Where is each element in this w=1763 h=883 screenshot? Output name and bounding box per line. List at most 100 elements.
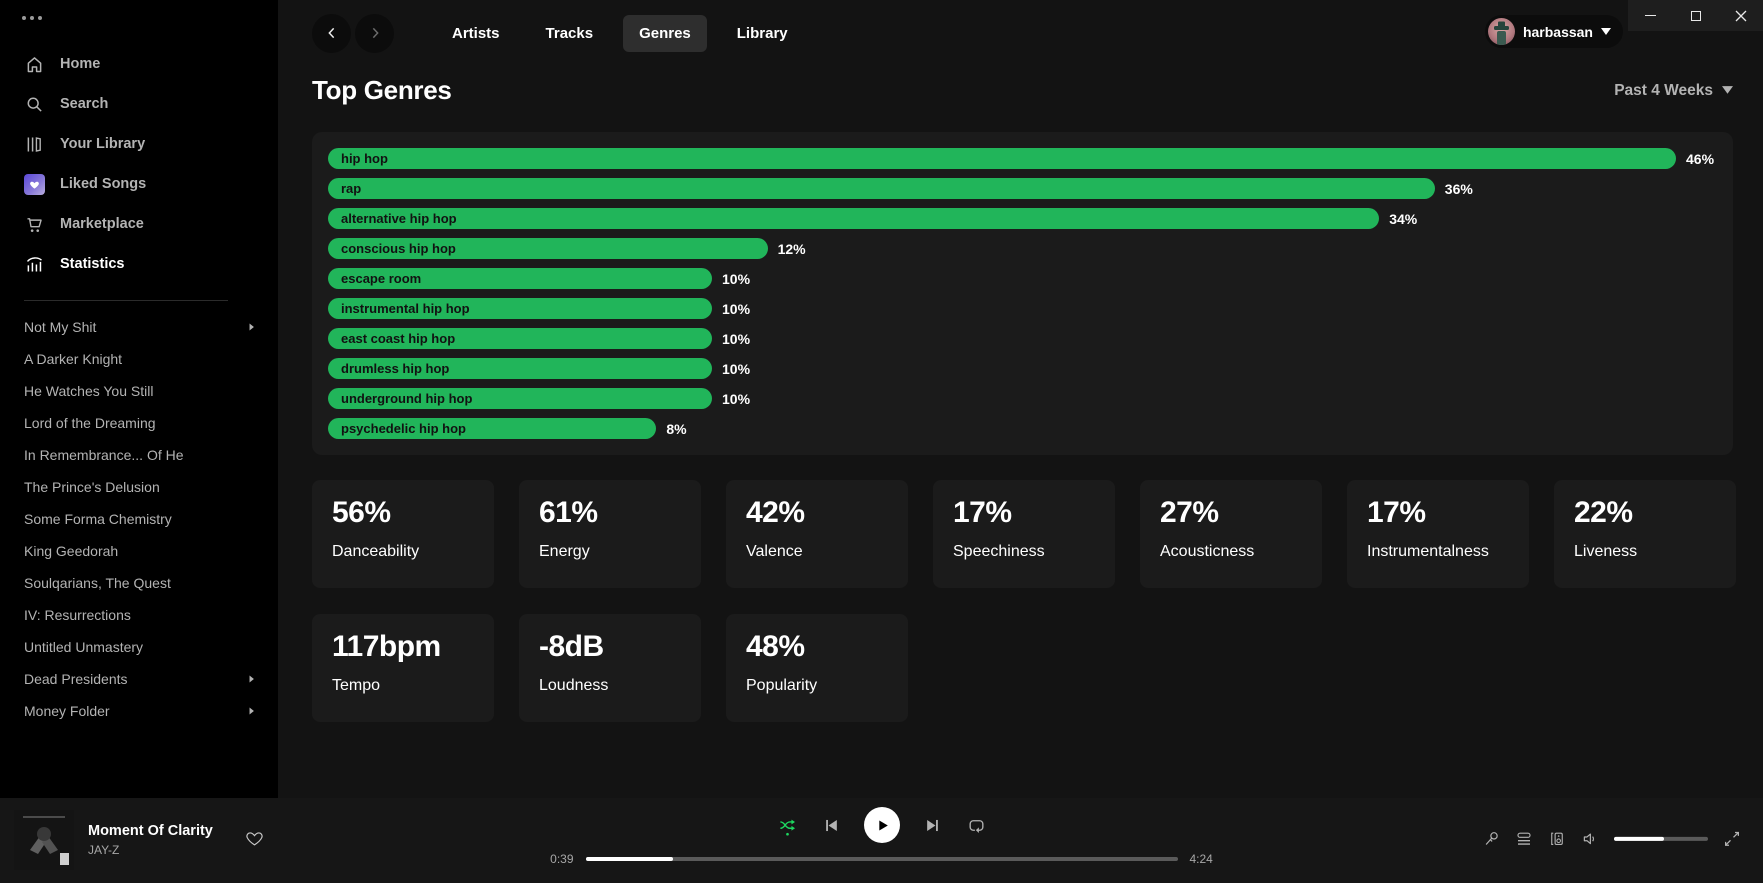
stats-icon bbox=[24, 254, 45, 275]
stat-card: 17% Speechiness bbox=[933, 480, 1115, 588]
sidebar-item-liked-songs[interactable]: Liked Songs bbox=[0, 164, 278, 204]
sidebar-playlists: Not My Shit A Darker Knight He Watches Y… bbox=[0, 311, 278, 727]
player-bar: Moment Of Clarity JAY-Z bbox=[0, 798, 1763, 883]
genre-bar: escape room bbox=[328, 268, 712, 289]
tab-library[interactable]: Library bbox=[721, 15, 804, 52]
main-content: Artists Tracks Genres Library harbassan … bbox=[278, 0, 1763, 798]
genre-bar-row: instrumental hip hop 10% bbox=[328, 298, 1717, 319]
parental-advisory-label bbox=[60, 853, 69, 865]
sidebar-playlist-item[interactable]: Untitled Unmastery bbox=[0, 631, 278, 663]
time-range-dropdown[interactable]: Past 4 Weeks bbox=[1614, 82, 1733, 100]
genre-bar-label: escape room bbox=[341, 271, 421, 286]
sidebar-playlist-item[interactable]: Money Folder bbox=[0, 695, 278, 727]
genre-bar-row: underground hip hop 10% bbox=[328, 388, 1717, 409]
stat-card-value: 48% bbox=[746, 630, 888, 664]
genre-bar-label: conscious hip hop bbox=[341, 241, 456, 256]
repeat-icon bbox=[967, 815, 986, 836]
play-button[interactable] bbox=[864, 807, 900, 843]
fullscreen-button[interactable] bbox=[1723, 829, 1741, 847]
playlist-label: A Darker Knight bbox=[24, 351, 122, 367]
playlist-label: Lord of the Dreaming bbox=[24, 415, 156, 431]
sidebar-playlist-item[interactable]: Not My Shit bbox=[0, 311, 278, 343]
minimize-icon bbox=[1645, 15, 1656, 16]
queue-button[interactable] bbox=[1515, 829, 1533, 847]
genre-bar-percent: 10% bbox=[722, 301, 750, 317]
sidebar-item-marketplace[interactable]: Marketplace bbox=[0, 204, 278, 244]
track-title[interactable]: Moment Of Clarity bbox=[88, 823, 213, 839]
genre-bar-row: conscious hip hop 12% bbox=[328, 238, 1717, 259]
sidebar-playlist-item[interactable]: IV: Resurrections bbox=[0, 599, 278, 631]
page-title: Top Genres bbox=[312, 75, 452, 106]
repeat-button[interactable] bbox=[967, 815, 986, 836]
tab-artists[interactable]: Artists bbox=[436, 15, 516, 52]
genre-bar: conscious hip hop bbox=[328, 238, 768, 259]
genre-bar: instrumental hip hop bbox=[328, 298, 712, 319]
genre-bar: psychedelic hip hop bbox=[328, 418, 656, 439]
chevron-right-icon bbox=[367, 25, 383, 41]
sidebar-playlist-item[interactable]: In Remembrance... Of He bbox=[0, 439, 278, 471]
connect-device-button[interactable] bbox=[1548, 829, 1566, 847]
sidebar-playlist-item[interactable]: Some Forma Chemistry bbox=[0, 503, 278, 535]
user-menu-button[interactable]: harbassan bbox=[1485, 15, 1623, 48]
progress-fill bbox=[586, 857, 674, 861]
sidebar-item-search[interactable]: Search bbox=[0, 84, 278, 124]
stat-card: 61% Energy bbox=[519, 480, 701, 588]
playlist-label: Money Folder bbox=[24, 703, 110, 719]
previous-button[interactable] bbox=[821, 815, 840, 836]
track-artist[interactable]: JAY-Z bbox=[88, 843, 213, 857]
sidebar-playlist-item[interactable]: Dead Presidents bbox=[0, 663, 278, 695]
previous-track-icon bbox=[821, 815, 840, 836]
sidebar-item-your-library[interactable]: Your Library bbox=[0, 124, 278, 164]
genre-bar-percent: 34% bbox=[1389, 211, 1417, 227]
genre-bar-label: drumless hip hop bbox=[341, 361, 449, 376]
search-icon bbox=[24, 94, 45, 115]
window-controls bbox=[1628, 0, 1763, 31]
stat-card-value: 17% bbox=[1367, 496, 1509, 530]
close-button[interactable] bbox=[1718, 0, 1763, 31]
genre-bar-row: alternative hip hop 34% bbox=[328, 208, 1717, 229]
sidebar-nav: Home Search Your Library Liked Songs Mar… bbox=[0, 44, 278, 284]
genres-bar-chart: hip hop 46% rap 36% alternative hip hop … bbox=[312, 132, 1733, 455]
genre-bar-label: alternative hip hop bbox=[341, 211, 457, 226]
back-button[interactable] bbox=[312, 14, 351, 53]
stat-card-label: Energy bbox=[539, 543, 681, 561]
progress-bar[interactable] bbox=[586, 857, 1178, 861]
genre-bar-label: instrumental hip hop bbox=[341, 301, 470, 316]
stat-card: 117bpm Tempo bbox=[312, 614, 494, 722]
genre-bar-percent: 46% bbox=[1686, 151, 1714, 167]
volume-slider[interactable] bbox=[1614, 836, 1708, 840]
genre-bar-label: rap bbox=[341, 181, 361, 196]
next-track-icon bbox=[924, 815, 943, 836]
maximize-button[interactable] bbox=[1673, 0, 1718, 31]
minimize-button[interactable] bbox=[1628, 0, 1673, 31]
shuffle-button[interactable] bbox=[778, 815, 797, 836]
more-options-button[interactable] bbox=[22, 16, 278, 20]
mute-button[interactable] bbox=[1581, 829, 1599, 847]
progress-row: 0:39 4:24 bbox=[546, 852, 1218, 866]
sidebar-item-home[interactable]: Home bbox=[0, 44, 278, 84]
sidebar-playlist-item[interactable]: Lord of the Dreaming bbox=[0, 407, 278, 439]
total-time: 4:24 bbox=[1190, 852, 1218, 866]
genre-bar-label: psychedelic hip hop bbox=[341, 421, 466, 436]
next-button[interactable] bbox=[924, 815, 943, 836]
sidebar-item-statistics[interactable]: Statistics bbox=[0, 244, 278, 284]
sidebar-playlist-item[interactable]: A Darker Knight bbox=[0, 343, 278, 375]
tab-tracks[interactable]: Tracks bbox=[530, 15, 610, 52]
genre-bar-label: east coast hip hop bbox=[341, 331, 455, 346]
tab-genres[interactable]: Genres bbox=[623, 15, 707, 52]
player-center: 0:39 4:24 bbox=[546, 807, 1218, 866]
sidebar-playlist-item[interactable]: He Watches You Still bbox=[0, 375, 278, 407]
forward-button[interactable] bbox=[355, 14, 394, 53]
playlist-label: In Remembrance... Of He bbox=[24, 447, 184, 463]
sidebar-playlist-item[interactable]: King Geedorah bbox=[0, 535, 278, 567]
sidebar-playlist-item[interactable]: The Prince's Delusion bbox=[0, 471, 278, 503]
sidebar-divider bbox=[24, 300, 228, 301]
like-track-button[interactable] bbox=[245, 829, 264, 851]
genre-bar-percent: 12% bbox=[778, 241, 806, 257]
lyrics-button[interactable] bbox=[1482, 829, 1500, 847]
playlist-label: Some Forma Chemistry bbox=[24, 511, 172, 527]
playlist-label: Dead Presidents bbox=[24, 671, 128, 687]
sidebar-item-label: Your Library bbox=[60, 136, 145, 152]
album-art[interactable] bbox=[14, 810, 74, 870]
sidebar-playlist-item[interactable]: Soulqarians, The Quest bbox=[0, 567, 278, 599]
